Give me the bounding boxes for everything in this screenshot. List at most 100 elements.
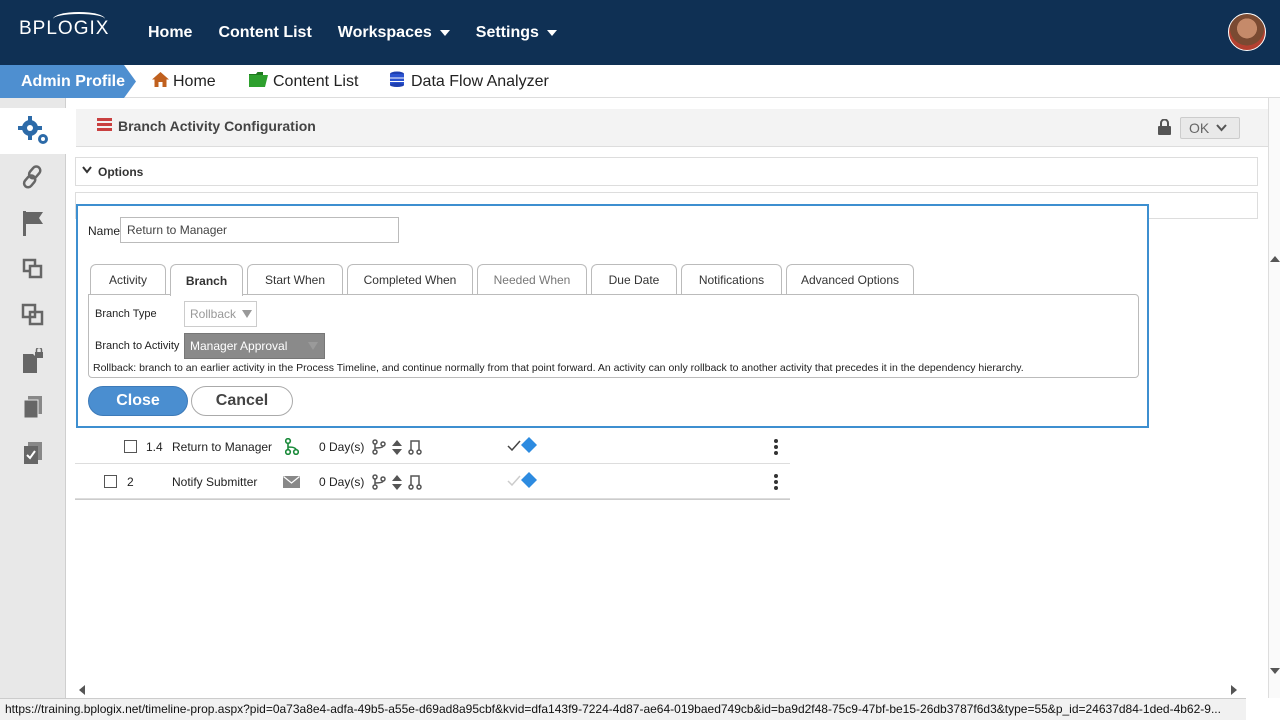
tab-due-date[interactable]: Due Date [591, 264, 677, 295]
tab-activity-label: Activity [108, 273, 147, 287]
nav-content-list-label: Content List [218, 23, 312, 41]
documents-icon [22, 395, 44, 419]
scroll-up-icon[interactable] [1270, 254, 1280, 262]
tab-completed-when[interactable]: Completed When [347, 264, 473, 295]
tab-start-when-label: Start When [264, 273, 326, 287]
top-navbar: BPLOGIX Home Content List Workspaces Set… [0, 0, 1280, 65]
branch-type-label: Branch Type [95, 308, 157, 320]
left-sidebar [0, 98, 67, 698]
email-icon [283, 476, 300, 491]
lock-icon[interactable] [1158, 118, 1171, 138]
panel-title-text: Branch Activity Configuration [118, 118, 316, 134]
link-icon [22, 165, 44, 189]
sidebar-item-approvals[interactable] [0, 430, 66, 476]
breadcrumb-data-flow-analyzer[interactable]: Data Flow Analyzer [389, 65, 549, 98]
chevron-down-icon [82, 166, 92, 174]
breadcrumb-admin-profile-label: Admin Profile [21, 72, 126, 90]
ok-button-label: OK [1189, 120, 1210, 136]
name-input[interactable] [120, 217, 399, 243]
sidebar-item-configuration[interactable] [0, 108, 67, 154]
chevron-down-icon [546, 29, 557, 36]
breadcrumb: Admin Profile Home Content List Data Flo… [0, 65, 1280, 98]
sidebar-item-copy[interactable] [0, 246, 66, 292]
breadcrumb-home[interactable]: Home [152, 65, 216, 98]
table-row[interactable]: 1.4 Return to Manager 0 Day(s) [75, 429, 790, 464]
row-days: 0 Day(s) [319, 440, 365, 454]
row-number: 2 [127, 475, 134, 489]
status-bar-url: https://training.bplogix.net/timeline-pr… [0, 698, 1246, 720]
vertical-scrollbar[interactable] [1268, 98, 1280, 698]
nav-workspaces[interactable]: Workspaces [338, 24, 450, 42]
tab-activity[interactable]: Activity [90, 264, 166, 295]
scroll-down-icon[interactable] [1270, 668, 1280, 676]
nav-content-list[interactable]: Content List [218, 24, 311, 42]
branch-type-value: Rollback [190, 307, 237, 321]
dropdown-arrow-icon [308, 342, 318, 350]
branch-description: Rollback: branch to an earlier activity … [93, 362, 1024, 374]
tab-completed-when-label: Completed When [363, 273, 457, 287]
branch-to-activity-label: Branch to Activity [95, 340, 180, 352]
branch-to-activity-select[interactable]: Manager Approval [184, 333, 325, 359]
merge-icon[interactable] [408, 474, 422, 493]
branch-tab-panel: Branch Type Rollback Branch to Activity … [88, 294, 1139, 378]
sidebar-item-locked-documents[interactable] [0, 338, 66, 384]
sidebar-item-links[interactable] [0, 154, 66, 200]
home-icon [152, 71, 169, 92]
breadcrumb-admin-profile[interactable]: Admin Profile [0, 65, 136, 98]
locked-document-icon [21, 348, 45, 374]
nav-settings[interactable]: Settings [476, 24, 557, 42]
tab-needed-when[interactable]: Needed When [477, 264, 587, 295]
tab-branch-label: Branch [185, 273, 228, 288]
scroll-right-icon[interactable] [1231, 685, 1238, 695]
branch-config-icon [97, 118, 112, 134]
branch-config-dialog: Name Activity Branch Start When Complete… [76, 204, 1149, 428]
branch-to-activity-value: Manager Approval [190, 339, 288, 353]
cancel-button[interactable]: Cancel [191, 386, 293, 416]
tab-notifications[interactable]: Notifications [681, 264, 782, 295]
diamond-icon [521, 437, 537, 456]
table-row[interactable]: 2 Notify Submitter 0 Day(s) [75, 464, 790, 499]
dependency-icon[interactable] [372, 474, 386, 493]
avatar[interactable] [1228, 13, 1266, 51]
duplicate-icon [21, 303, 45, 327]
nav-home[interactable]: Home [148, 24, 192, 42]
tab-start-when[interactable]: Start When [247, 264, 343, 295]
sidebar-item-duplicate[interactable] [0, 292, 66, 338]
close-button[interactable]: Close [88, 386, 188, 416]
breadcrumb-content-list-label: Content List [273, 72, 359, 90]
breadcrumb-data-flow-analyzer-label: Data Flow Analyzer [411, 72, 549, 90]
breadcrumb-content-list[interactable]: Content List [249, 65, 358, 98]
horizontal-scrollbar[interactable] [66, 680, 1268, 698]
row-checkbox[interactable] [104, 475, 117, 488]
ok-button[interactable]: OK [1180, 117, 1240, 139]
row-checkbox[interactable] [124, 440, 137, 453]
gears-icon [17, 116, 51, 146]
sort-icon[interactable] [392, 440, 402, 458]
tab-branch[interactable]: Branch [170, 264, 243, 296]
sort-icon[interactable] [392, 475, 402, 493]
row-menu-button[interactable] [774, 474, 778, 490]
row-menu-button[interactable] [774, 439, 778, 455]
scroll-left-icon[interactable] [78, 685, 85, 695]
main-nav: Home Content List Workspaces Settings [148, 0, 583, 65]
chevron-down-icon [439, 29, 450, 36]
nav-settings-label: Settings [475, 23, 539, 41]
row-name[interactable]: Notify Submitter [172, 475, 257, 489]
dropdown-arrow-icon [242, 310, 253, 318]
merge-icon[interactable] [408, 439, 422, 458]
tab-advanced-options-label: Advanced Options [800, 273, 900, 287]
nav-home-label: Home [148, 23, 193, 41]
row-name[interactable]: Return to Manager [172, 440, 272, 454]
check-icon [507, 439, 521, 454]
dependency-icon[interactable] [372, 439, 386, 458]
tab-advanced-options[interactable]: Advanced Options [786, 264, 914, 295]
tab-due-date-label: Due Date [608, 273, 660, 287]
copy-icon [22, 258, 44, 280]
bplogix-logo[interactable]: BPLOGIX [19, 12, 109, 40]
tab-needed-when-label: Needed When [493, 273, 571, 287]
sidebar-item-milestones[interactable] [0, 200, 66, 246]
options-section[interactable]: Options [75, 157, 1258, 186]
sidebar-item-documents[interactable] [0, 384, 66, 430]
panel-header: Branch Activity Configuration OK [76, 109, 1268, 147]
branch-type-select[interactable]: Rollback [184, 301, 257, 327]
